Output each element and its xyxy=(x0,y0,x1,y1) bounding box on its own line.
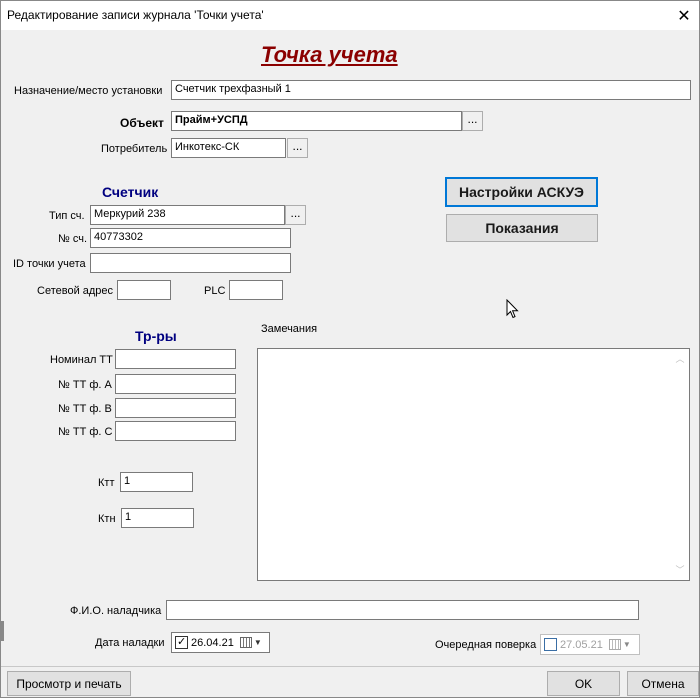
plc-label: PLC xyxy=(204,285,226,297)
next-check-checkbox[interactable] xyxy=(544,638,557,651)
object-input[interactable]: Прайм+УСПД xyxy=(171,111,462,131)
object-browse-button[interactable]: ... xyxy=(462,111,483,131)
purpose-label: Назначение/место установки xyxy=(14,85,163,97)
next-check-label: Очередная поверка xyxy=(435,639,537,651)
title-bar: Редактирование записи журнала 'Точки уче… xyxy=(1,1,699,30)
remarks-label: Замечания xyxy=(261,323,318,335)
purpose-input[interactable]: Счетчик трехфазный 1 xyxy=(171,80,691,100)
adjust-date-label: Дата наладки xyxy=(95,637,165,649)
tt-phase-b-label: № ТТ ф. В xyxy=(58,403,112,415)
close-icon: ✕ xyxy=(677,7,691,25)
cancel-button[interactable]: Отмена xyxy=(627,671,699,696)
tt-phase-a-label: № ТТ ф. А xyxy=(58,379,112,391)
point-id-input[interactable] xyxy=(90,253,291,273)
adjust-date-checkbox[interactable]: ✓ xyxy=(175,636,188,649)
object-label: Объект xyxy=(120,116,164,130)
ktn-label: Ктн xyxy=(98,513,116,525)
bottom-separator xyxy=(1,666,699,667)
remarks-scrollbar[interactable]: ︿ ﹀ xyxy=(672,349,689,580)
meter-number-label: № сч. xyxy=(58,233,88,245)
meter-number-input[interactable]: 40773302 xyxy=(90,228,291,248)
mouse-pointer-icon xyxy=(506,299,519,319)
check-icon: ✓ xyxy=(177,636,187,648)
meter-section-title: Счетчик xyxy=(102,184,159,200)
close-button[interactable]: ✕ xyxy=(669,1,699,30)
adjust-date-picker[interactable]: ✓ 26.04.21 ▼ xyxy=(171,632,270,653)
ktt-input[interactable]: 1 xyxy=(120,472,193,492)
remarks-textarea[interactable]: ︿ ﹀ xyxy=(257,348,690,581)
askue-settings-button[interactable]: Настройки АСКУЭ xyxy=(445,177,598,207)
form-heading: Точка учета xyxy=(261,42,398,67)
ok-button[interactable]: OK xyxy=(547,671,620,696)
chevron-down-icon: ▼ xyxy=(622,640,631,649)
consumer-label: Потребитель xyxy=(101,143,168,155)
tt-phase-c-input[interactable] xyxy=(115,421,236,441)
consumer-input[interactable]: Инкотекс-СК xyxy=(171,138,286,158)
adjuster-name-input[interactable] xyxy=(166,600,639,620)
calendar-icon xyxy=(608,639,621,650)
chevron-down-icon: ▼ xyxy=(253,638,262,647)
window-title: Редактирование записи журнала 'Точки уче… xyxy=(7,8,264,22)
net-address-input[interactable] xyxy=(117,280,171,300)
adjuster-name-label: Ф.И.О. наладчика xyxy=(70,605,162,617)
tt-phase-c-label: № ТТ ф. С xyxy=(58,426,113,438)
ktt-label: Ктт xyxy=(98,477,115,489)
dialog-window: Редактирование записи журнала 'Точки уче… xyxy=(0,0,700,698)
meter-type-label: Тип сч. xyxy=(49,210,85,222)
window-edge xyxy=(1,621,4,641)
adjust-date-value: 26.04.21 xyxy=(191,636,234,649)
tt-phase-a-input[interactable] xyxy=(115,374,236,394)
point-id-label: ID точки учета xyxy=(13,258,86,270)
nominal-tt-input[interactable] xyxy=(115,349,236,369)
meter-type-browse-button[interactable]: ... xyxy=(285,205,306,225)
print-preview-button[interactable]: Просмотр и печать xyxy=(7,671,131,696)
consumer-browse-button[interactable]: ... xyxy=(287,138,308,158)
scroll-up-icon[interactable]: ︿ xyxy=(675,354,685,364)
calendar-icon xyxy=(239,637,252,648)
nominal-tt-label: Номинал ТТ xyxy=(50,354,113,366)
next-check-value: 27.05.21 xyxy=(560,638,603,651)
transformers-section-title: Тр-ры xyxy=(135,328,177,344)
readings-button[interactable]: Показания xyxy=(446,214,598,242)
tt-phase-b-input[interactable] xyxy=(115,398,236,418)
net-address-label: Сетевой адрес xyxy=(37,285,114,297)
scroll-down-icon[interactable]: ﹀ xyxy=(675,565,685,575)
next-check-date-picker[interactable]: 27.05.21 ▼ xyxy=(540,634,640,655)
plc-input[interactable] xyxy=(229,280,283,300)
meter-type-input[interactable]: Меркурий 238 xyxy=(90,205,285,225)
ktn-input[interactable]: 1 xyxy=(121,508,194,528)
